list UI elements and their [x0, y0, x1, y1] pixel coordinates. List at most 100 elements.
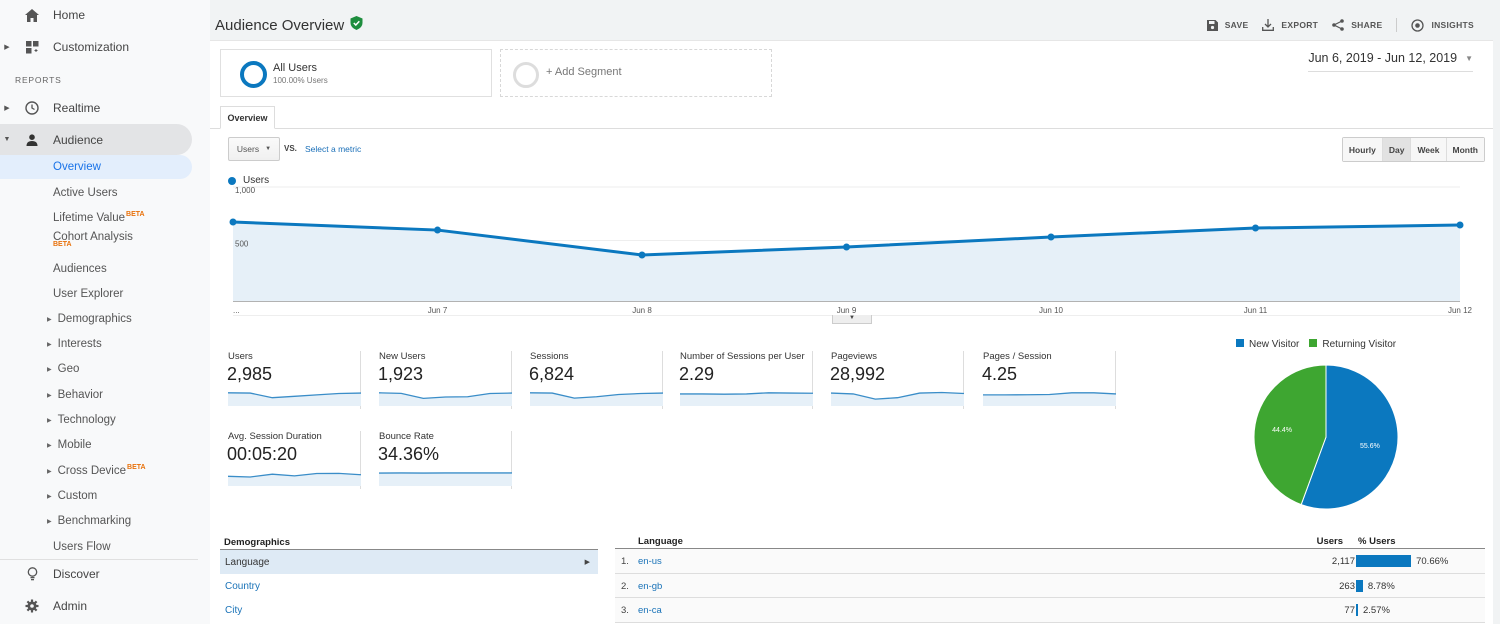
- expand-caret-icon: ▶: [47, 341, 52, 348]
- insights-button[interactable]: INSIGHTS: [1411, 18, 1474, 32]
- row-index: 1.: [621, 556, 629, 567]
- sidebar-item-benchmarking[interactable]: ▶ Benchmarking: [0, 509, 192, 533]
- col-users[interactable]: Users: [1317, 536, 1343, 547]
- granularity-week[interactable]: Week: [1411, 138, 1447, 161]
- nav-home[interactable]: Home: [0, 1, 192, 29]
- verified-shield-icon: [350, 16, 363, 34]
- segment-all-users[interactable]: All Users 100.00% Users: [220, 49, 492, 97]
- scorecard-value: 6,824: [529, 364, 575, 384]
- language-link[interactable]: en-gb: [638, 581, 662, 592]
- sidebar-item-technology[interactable]: ▶ Technology: [0, 408, 192, 432]
- empty-segment-ring-icon: [513, 62, 539, 88]
- save-button[interactable]: SAVE: [1206, 19, 1249, 31]
- expand-caret-icon: ▶: [47, 493, 52, 500]
- export-button[interactable]: EXPORT: [1262, 19, 1318, 31]
- legend-swatch-icon: [1236, 339, 1244, 347]
- granularity-day[interactable]: Day: [1382, 138, 1412, 161]
- pct-bar: [1356, 579, 1363, 592]
- nav-home-label: Home: [53, 8, 86, 22]
- granularity-hourly[interactable]: Hourly: [1342, 138, 1383, 161]
- language-table-row: 2. en-gb 263 8.78%: [615, 573, 1485, 598]
- scorecard-avg-session-duration[interactable]: Avg. Session Duration 00:05:20: [220, 431, 365, 491]
- data-point: [638, 251, 646, 259]
- nav-customization[interactable]: ▶ Customization: [0, 33, 192, 61]
- beta-badge: BETA: [127, 464, 146, 471]
- add-segment-button[interactable]: + Add Segment: [500, 49, 772, 97]
- sparkline: [379, 392, 513, 406]
- pie-legend-returning-label: Returning Visitor: [1322, 339, 1397, 350]
- chart-legend: Users: [228, 175, 269, 186]
- language-link[interactable]: en-us: [638, 556, 662, 567]
- sidebar-item-interests[interactable]: ▶ Interests: [0, 332, 192, 356]
- demographics-item-country[interactable]: Country: [220, 574, 598, 598]
- scorecard-number-of-sessions-per-user[interactable]: Number of Sessions per User 2.29: [672, 351, 817, 411]
- row-users: 263: [1339, 580, 1355, 592]
- tab-overview[interactable]: Overview: [220, 106, 275, 129]
- nav-discover[interactable]: Discover: [0, 560, 192, 588]
- beta-badge: BETA: [126, 211, 145, 218]
- sidebar-item-cohort-analysis[interactable]: Cohort Analysis BETA: [0, 227, 192, 251]
- save-label: SAVE: [1224, 20, 1249, 30]
- pct-bar: [1356, 555, 1412, 567]
- expand-caret-icon: ▶: [47, 442, 52, 449]
- sparkline-area: [379, 472, 512, 486]
- scorecard-sessions[interactable]: Sessions 6,824: [522, 351, 667, 411]
- demographics-item-label: Language: [225, 556, 270, 568]
- date-range-picker[interactable]: Jun 6, 2019 - Jun 12, 2019 ▼: [1308, 51, 1473, 72]
- pie-slice-label: 55.6%: [1360, 443, 1380, 450]
- legend-users-label: Users: [243, 175, 270, 186]
- sparkline: [680, 392, 814, 406]
- sparkline-area: [228, 392, 361, 406]
- nav-admin[interactable]: Admin: [0, 592, 192, 620]
- sidebar-item-user-explorer[interactable]: User Explorer: [0, 282, 192, 306]
- chart-collapse-handle[interactable]: ▼: [832, 315, 872, 324]
- sidebar-item-label: Overview: [53, 161, 101, 173]
- metric-select[interactable]: Users ▼: [228, 137, 280, 161]
- scorecard-label: Sessions: [530, 351, 569, 362]
- sparkline: [228, 472, 362, 486]
- scorecard-users[interactable]: Users 2,985: [220, 351, 365, 411]
- sidebar-item-cross-device[interactable]: ▶ Cross Device BETA: [0, 459, 192, 483]
- sidebar-item-mobile[interactable]: ▶ Mobile: [0, 433, 192, 457]
- pie-slice-label: 44.4%: [1272, 427, 1292, 434]
- sidebar-item-audiences[interactable]: Audiences: [0, 257, 192, 281]
- col-pct-users[interactable]: % Users: [1358, 536, 1396, 547]
- select-metric-link[interactable]: Select a metric: [305, 144, 361, 154]
- scorecard-pageviews[interactable]: Pageviews 28,992: [823, 351, 968, 411]
- row-pct: 70.66%: [1416, 556, 1449, 567]
- language-table: Language Users % Users 1. en-us 2,117 70…: [615, 531, 1485, 623]
- demographics-title: Demographics: [224, 537, 290, 548]
- sidebar-item-demographics[interactable]: ▶ Demographics: [0, 307, 192, 331]
- segment-name: All Users: [273, 62, 318, 74]
- scorecard-pages-session[interactable]: Pages / Session 4.25: [975, 351, 1120, 411]
- nav-customization-label: Customization: [53, 40, 130, 54]
- export-label: EXPORT: [1281, 20, 1319, 30]
- demographics-item-city[interactable]: City: [220, 598, 598, 622]
- nav-realtime-label: Realtime: [53, 101, 101, 115]
- demographics-item-language[interactable]: Language ▶: [220, 550, 598, 574]
- scorecard-bounce-rate[interactable]: Bounce Rate 34.36%: [371, 431, 516, 491]
- sidebar-item-active-users[interactable]: Active Users: [0, 181, 192, 205]
- sidebar-item-geo[interactable]: ▶ Geo: [0, 357, 192, 381]
- sidebar-item-custom[interactable]: ▶ Custom: [0, 484, 192, 508]
- expand-caret-icon: ▶: [47, 392, 52, 399]
- scorecard-value: 34.36%: [378, 444, 440, 464]
- sidebar-item-behavior[interactable]: ▶ Behavior: [0, 383, 192, 407]
- row-pct: 8.78%: [1367, 580, 1395, 592]
- dropdown-arrow-icon: ▼: [1465, 53, 1473, 63]
- scorecard-label: Pages / Session: [983, 351, 1052, 362]
- share-button[interactable]: SHARE: [1332, 19, 1382, 31]
- sidebar-item-users-flow[interactable]: Users Flow: [0, 535, 192, 559]
- nav-audience[interactable]: ▼ Audience: [0, 124, 192, 155]
- sidebar-item-label: Lifetime Value: [53, 212, 126, 224]
- granularity-month[interactable]: Month: [1446, 138, 1484, 161]
- granularity-toggle: Hourly Day Week Month: [1341, 137, 1485, 162]
- nav-realtime[interactable]: ▶ Realtime: [0, 94, 192, 122]
- scorecard-new-users[interactable]: New Users 1,923: [371, 351, 516, 411]
- tab-bar-line: [210, 128, 1493, 129]
- x-tick-label: ...: [233, 306, 240, 315]
- pie-legend-returning: Returning Visitor: [1309, 339, 1396, 350]
- sidebar-item-overview[interactable]: Overview: [0, 155, 192, 179]
- language-link[interactable]: en-ca: [638, 605, 662, 616]
- reports-section-label: REPORTS: [15, 75, 62, 85]
